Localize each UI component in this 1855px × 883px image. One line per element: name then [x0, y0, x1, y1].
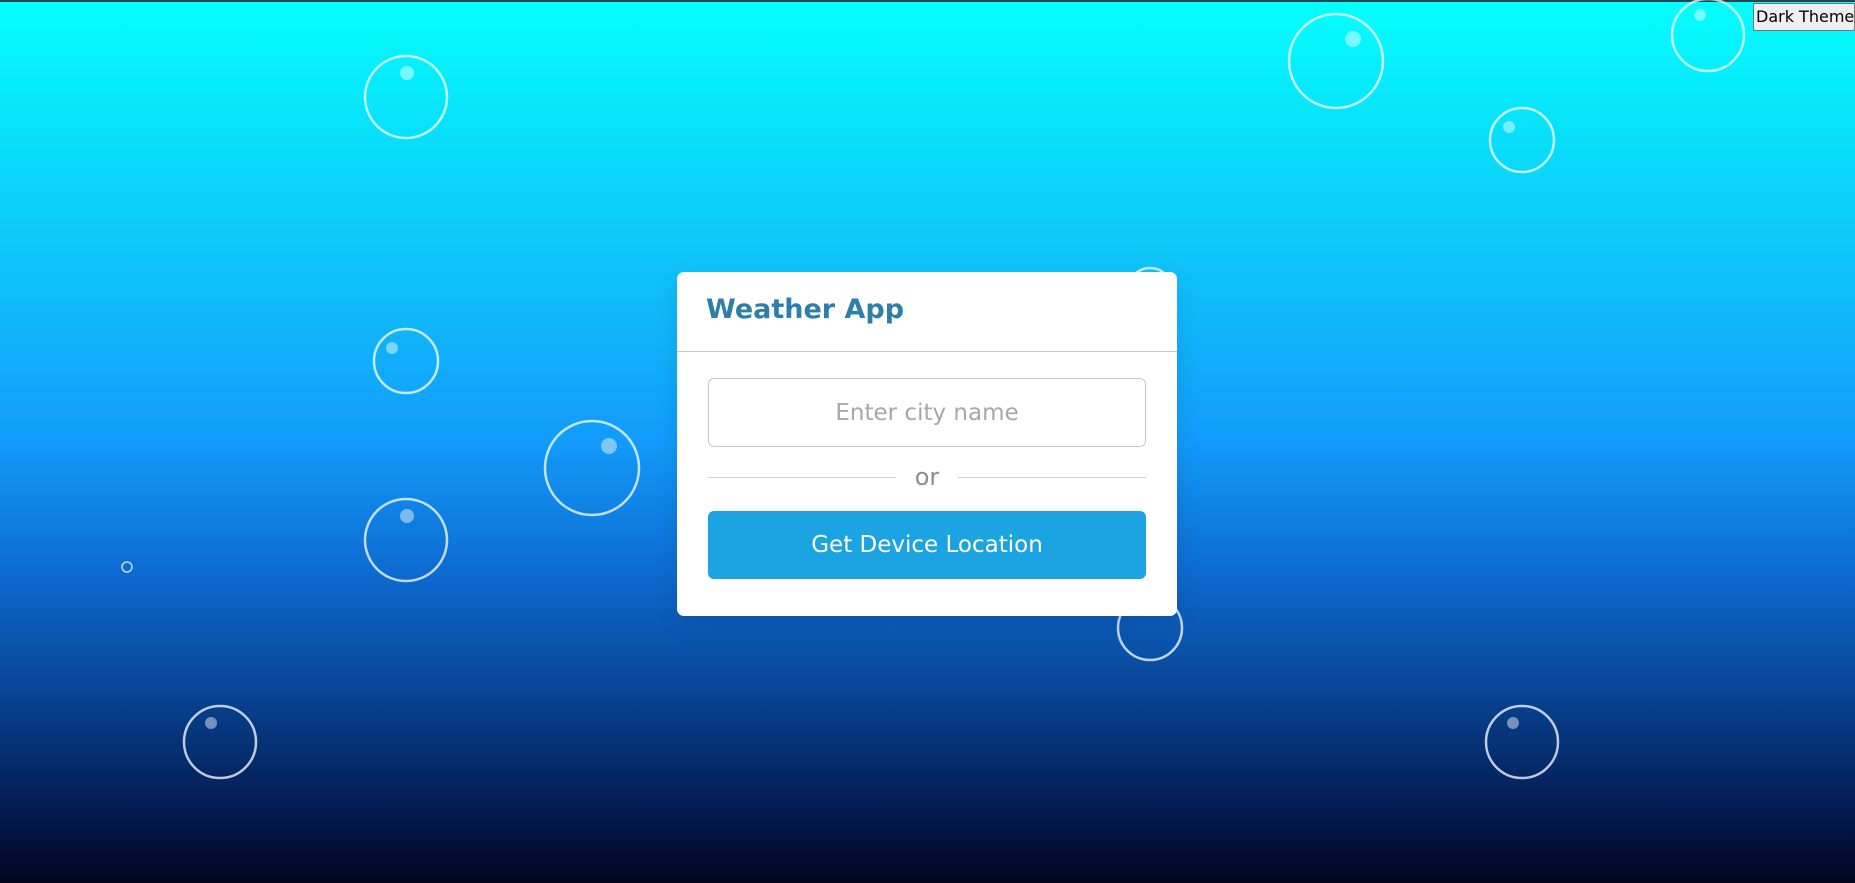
bubble-highlight	[400, 509, 414, 523]
or-divider-line-right	[958, 477, 1146, 478]
bubble-highlight	[1503, 121, 1515, 133]
bubble	[182, 704, 258, 780]
bubble-highlight	[1694, 9, 1706, 21]
bubble-highlight	[386, 342, 398, 354]
bubble	[1670, 0, 1746, 73]
header-divider	[677, 351, 1177, 352]
bubble	[372, 327, 440, 395]
bubble-highlight	[400, 66, 414, 80]
or-divider-text: or	[914, 463, 940, 491]
city-name-input[interactable]	[708, 378, 1146, 447]
weather-card: Weather App or Get Device Location	[677, 272, 1177, 616]
or-divider-line-left	[708, 477, 896, 478]
get-device-location-button[interactable]: Get Device Location	[708, 511, 1146, 579]
app-title: Weather App	[706, 294, 905, 325]
dark-theme-toggle-button[interactable]: Dark Theme	[1753, 3, 1855, 31]
bubble	[1488, 106, 1556, 174]
bubble-highlight	[601, 438, 617, 454]
bubble-highlight	[1507, 717, 1519, 729]
bubble-highlight	[205, 717, 217, 729]
bubble	[1484, 704, 1560, 780]
bubble-highlight	[1345, 31, 1361, 47]
bubble	[121, 561, 133, 573]
bubble	[1287, 12, 1385, 110]
bubble	[543, 419, 641, 517]
